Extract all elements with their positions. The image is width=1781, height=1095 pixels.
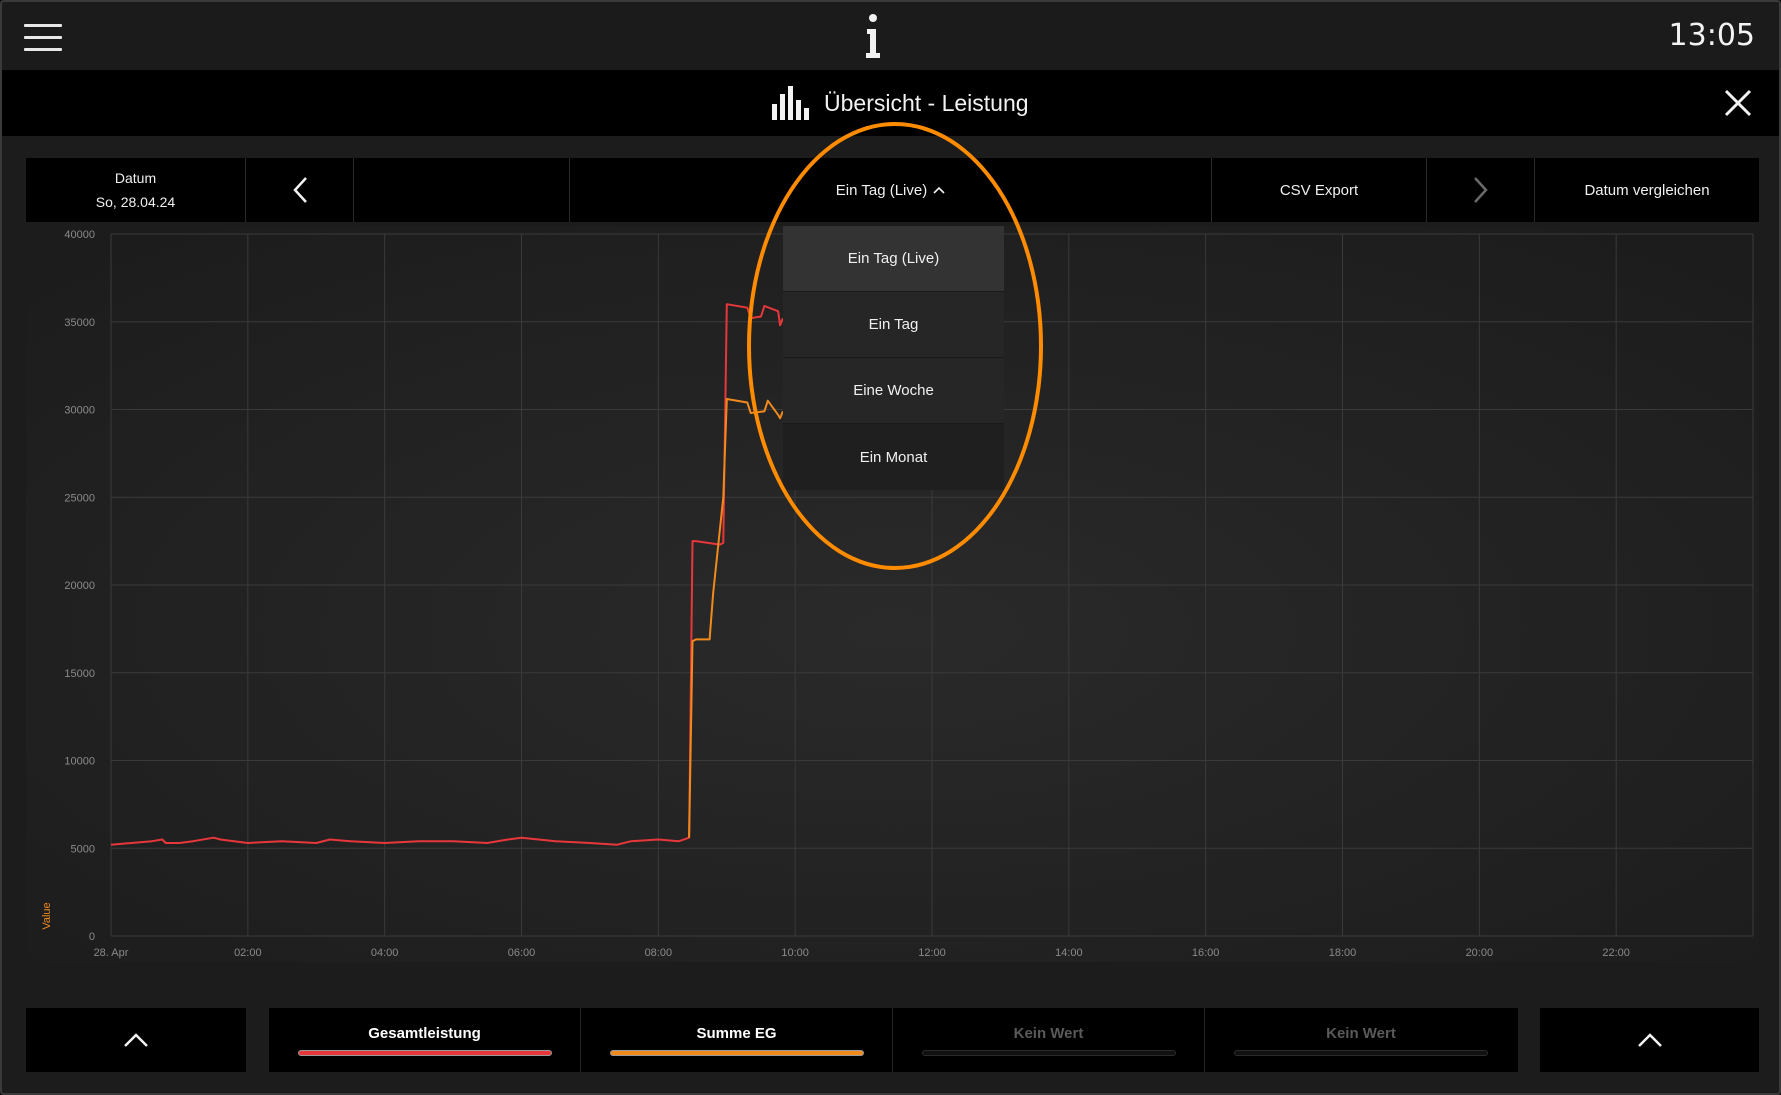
close-icon[interactable]: [1723, 88, 1753, 118]
y-tick-label: 25000: [64, 492, 95, 504]
expand-left-button[interactable]: [26, 1008, 246, 1072]
chevron-right-icon: [1473, 177, 1488, 203]
expand-right-button[interactable]: [1540, 1008, 1759, 1072]
menu-icon[interactable]: [24, 24, 64, 52]
y-tick-label: 35000: [64, 317, 95, 329]
x-tick-label: 22:00: [1602, 947, 1630, 959]
legend-label: Kein Wert: [1013, 1024, 1084, 1042]
chevron-up-icon: [1637, 1033, 1662, 1047]
dropdown-option[interactable]: Ein Tag: [783, 292, 1004, 358]
legend-swatch: [921, 1049, 1176, 1056]
y-tick-label: 10000: [64, 756, 95, 768]
top-bar: 13:05: [2, 2, 1779, 70]
x-tick-label: 12:00: [918, 947, 946, 959]
info-icon[interactable]: [862, 12, 884, 60]
range-select-label: Ein Tag (Live): [835, 181, 928, 199]
previous-button[interactable]: [246, 158, 354, 222]
legend-item[interactable]: Gesamtleistung: [269, 1008, 581, 1072]
y-tick-label: 15000: [64, 668, 95, 680]
chevron-left-icon: [292, 177, 307, 203]
x-tick-label: 04:00: [371, 947, 399, 959]
next-button[interactable]: [1427, 158, 1535, 222]
date-value: So, 28.04.24: [95, 194, 176, 210]
y-tick-label: 40000: [64, 229, 95, 241]
dropdown-option[interactable]: Ein Tag (Live): [783, 226, 1004, 292]
x-tick-label: 20:00: [1466, 947, 1494, 959]
range-dropdown: Ein Tag (Live) Ein Tag Eine Woche Ein Monat: [783, 226, 1004, 490]
title-bar: Übersicht - Leistung: [2, 70, 1779, 136]
y-tick-label: 5000: [71, 843, 95, 855]
y-tick-label: 20000: [64, 580, 95, 592]
date-label: Datum: [114, 170, 157, 186]
legend-label: Kein Wert: [1326, 1024, 1396, 1042]
x-tick-label: 18:00: [1329, 947, 1357, 959]
csv-export-button[interactable]: CSV Export: [1212, 158, 1427, 222]
legend-label: Gesamtleistung: [368, 1024, 481, 1042]
x-tick-label: 28. Apr: [94, 947, 129, 959]
dropdown-option[interactable]: Ein Monat: [783, 424, 1004, 490]
legend-swatch: [297, 1049, 552, 1056]
legend-swatch: [609, 1049, 864, 1056]
app-frame: 13:05 Übersicht - Leistung Datum So, 28.…: [0, 0, 1781, 1095]
x-tick-label: 02:00: [234, 947, 262, 959]
page-title-wrap: Übersicht - Leistung: [772, 85, 1029, 121]
toolbar-spacer: [354, 158, 570, 222]
toolbar: Datum So, 28.04.24 Ein Tag (Live) CSV Ex…: [26, 158, 1759, 222]
legend-item[interactable]: Summe EG: [581, 1008, 893, 1072]
legend-label: Summe EG: [696, 1024, 777, 1042]
legend-swatch: [1234, 1049, 1488, 1056]
y-tick-label: 0: [89, 931, 95, 943]
x-tick-label: 16:00: [1192, 947, 1220, 959]
date-picker[interactable]: Datum So, 28.04.24: [26, 158, 246, 222]
legend-item[interactable]: Kein Wert: [1205, 1008, 1517, 1072]
compare-date-button[interactable]: Datum vergleichen: [1535, 158, 1759, 222]
series-legend: Gesamtleistung Summe EG Kein Wert Kein Wert: [269, 1008, 1518, 1072]
bar-chart-icon: [772, 86, 809, 120]
chevron-up-icon: [933, 186, 945, 194]
x-tick-label: 10:00: [781, 947, 809, 959]
y-tick-label: 30000: [64, 405, 95, 417]
range-select[interactable]: Ein Tag (Live): [570, 158, 1212, 222]
x-tick-label: 08:00: [645, 947, 673, 959]
page-title: Übersicht - Leistung: [824, 89, 1029, 116]
y-axis-label: Value: [41, 902, 53, 929]
chevron-up-icon: [124, 1033, 148, 1047]
x-tick-label: 14:00: [1055, 947, 1083, 959]
clock: 13:05: [1668, 18, 1755, 53]
legend-item[interactable]: Kein Wert: [893, 1008, 1205, 1072]
x-tick-label: 06:00: [508, 947, 536, 959]
dropdown-option[interactable]: Eine Woche: [783, 358, 1004, 424]
